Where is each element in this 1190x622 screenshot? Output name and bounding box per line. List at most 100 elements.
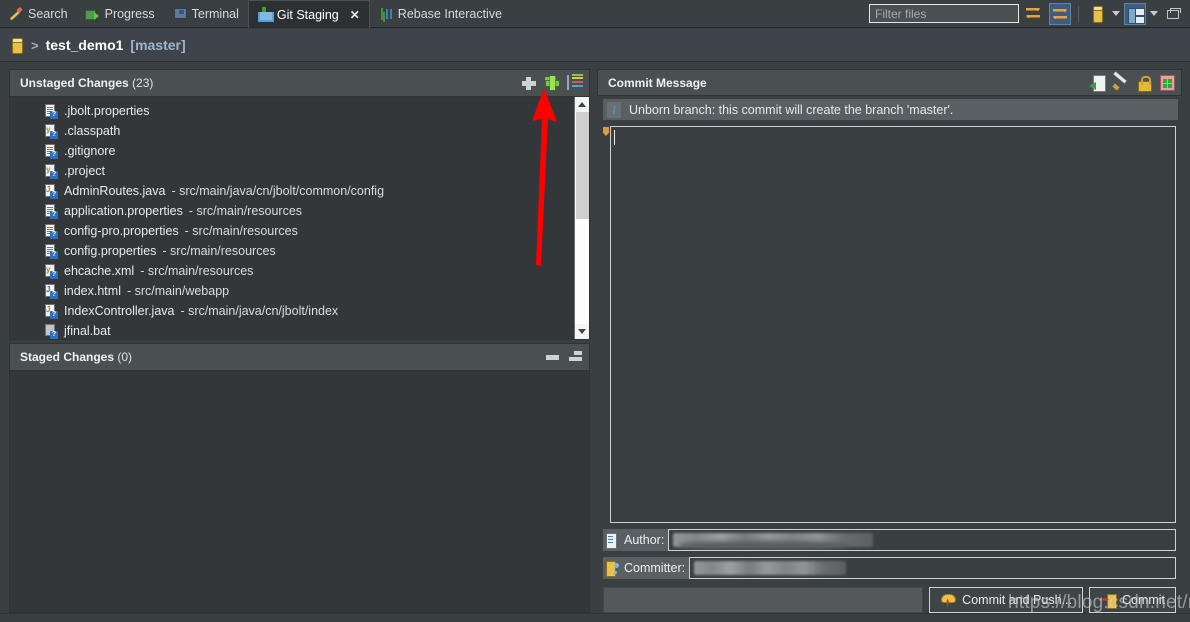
properties-file-icon: ? — [44, 203, 58, 219]
commit-and-push-button[interactable]: Commit and Push... — [929, 587, 1083, 613]
list-item[interactable]: y? ehcache.xml - src/main/resources — [10, 261, 574, 281]
scrollbar-thumb[interactable] — [576, 112, 589, 219]
commit-and-push-label: Commit and Push... — [962, 593, 1072, 607]
committer-field[interactable] — [689, 557, 1176, 579]
add-selected-button[interactable] — [519, 73, 539, 93]
file-path: - src/main/resources — [184, 224, 298, 238]
xml-file-icon: y? — [45, 123, 58, 139]
commit-actions-row: Commit and Push... Commit — [603, 587, 1176, 613]
list-item[interactable]: J? AdminRoutes.java - src/main/java/cn/j… — [10, 181, 574, 201]
commit-status-field[interactable] — [603, 587, 924, 613]
tab-rebase-interactive[interactable]: Rebase Interactive — [370, 0, 511, 28]
staged-file-list[interactable] — [10, 371, 589, 612]
commit-button[interactable]: Commit — [1088, 587, 1176, 613]
tab-label: Search — [28, 7, 68, 21]
committer-label: Committer: — [624, 561, 686, 575]
tab-label: Git Staging — [276, 7, 339, 22]
sort-presentation-button[interactable] — [565, 73, 585, 93]
tab-label: Progress — [104, 7, 155, 21]
list-item[interactable]: ? config-pro.properties - src/main/resou… — [10, 221, 574, 241]
sign-commit-button[interactable] — [1134, 73, 1154, 93]
java-file-icon: J? — [45, 303, 58, 319]
link-selection-icon[interactable] — [1049, 2, 1071, 25]
minimize-icon[interactable] — [1162, 3, 1184, 25]
commit-label: Commit — [1121, 593, 1165, 607]
file-name: .jbolt.properties — [64, 104, 150, 118]
file-name: jfinal.bat — [64, 324, 111, 338]
author-label-group: Author: — [603, 529, 669, 551]
list-item[interactable]: y? .project — [10, 161, 574, 181]
breadcrumb-repository[interactable]: test_demo1 — [46, 37, 124, 53]
file-name: .project — [64, 164, 105, 178]
file-name: index.html — [64, 284, 121, 298]
add-all-button[interactable] — [542, 73, 562, 93]
rebase-interactive-icon — [378, 7, 393, 22]
list-item[interactable]: ? .jbolt.properties — [10, 101, 574, 121]
list-item[interactable]: ? config.properties - src/main/resources — [10, 241, 574, 261]
unstaged-scrollbar[interactable] — [574, 97, 589, 339]
change-id-button[interactable] — [1157, 73, 1177, 93]
file-name: config.properties — [64, 244, 157, 258]
properties-file-icon: ? — [44, 243, 58, 259]
unstaged-file-list[interactable]: ? .jbolt.properties y? .classpath ? .git… — [10, 97, 574, 339]
author-field[interactable] — [668, 529, 1176, 551]
list-item[interactable]: J? index.html - src/main/webapp — [10, 281, 574, 301]
list-item[interactable]: ? jfinal.bat — [10, 321, 574, 339]
list-item[interactable]: J? IndexController.java - src/main/java/… — [10, 301, 574, 321]
view-menu-caret[interactable] — [1150, 11, 1158, 16]
file-path: - src/main/resources — [140, 264, 254, 278]
commit-message-input[interactable] — [610, 126, 1176, 523]
signed-off-button[interactable] — [1111, 73, 1131, 93]
file-name: .gitignore — [64, 144, 116, 158]
file-path: - src/main/webapp — [126, 284, 230, 298]
scroll-down-arrow-icon[interactable] — [575, 324, 589, 339]
committer-icon — [606, 560, 620, 577]
file-name: ehcache.xml — [64, 264, 135, 278]
list-item[interactable]: ? application.properties - src/main/reso… — [10, 201, 574, 221]
close-icon[interactable]: ✕ — [350, 9, 360, 21]
redaction-smudge — [679, 541, 850, 550]
file-name: application.properties — [64, 204, 183, 218]
tab-label: Rebase Interactive — [397, 7, 503, 21]
tab-progress[interactable]: Progress — [77, 0, 164, 28]
tab-search[interactable]: Search — [0, 0, 77, 28]
scrollbar-track[interactable] — [575, 112, 589, 324]
view-tab-bar: Search Progress Terminal Git Staging ✕ R… — [0, 0, 1190, 28]
commit-message-gutter-marker-icon — [603, 126, 610, 523]
repository-dropdown-caret[interactable] — [1112, 11, 1120, 16]
file-path: - src/main/java/cn/jbolt/common/config — [171, 184, 385, 198]
refresh-sync-icon[interactable] — [1023, 3, 1045, 25]
search-input[interactable] — [869, 4, 1019, 23]
list-item[interactable]: y? .classpath — [10, 121, 574, 141]
amend-commit-button[interactable] — [1088, 73, 1108, 93]
remove-selected-button[interactable] — [542, 347, 562, 367]
window-bottom-strip — [0, 613, 1190, 622]
tab-terminal[interactable]: Terminal — [164, 0, 248, 28]
unstaged-count: (23) — [132, 76, 154, 90]
breadcrumb: > test_demo1 [master] — [0, 29, 1190, 62]
tab-git-staging[interactable]: Git Staging ✕ — [247, 0, 370, 28]
repository-icon[interactable] — [1086, 3, 1108, 25]
file-name: .classpath — [64, 124, 121, 138]
java-file-icon: J? — [45, 183, 58, 199]
remove-all-button[interactable] — [565, 347, 585, 367]
scroll-up-arrow-icon[interactable] — [575, 97, 589, 112]
list-item[interactable]: ? .gitignore — [10, 141, 574, 161]
staged-title: Staged Changes (0) — [20, 350, 133, 364]
commit-message-header: Commit Message — [597, 69, 1182, 96]
push-icon — [940, 593, 957, 608]
properties-file-icon: ? — [44, 143, 58, 159]
staged-changes-panel: Staged Changes (0) — [9, 343, 590, 613]
xml-file-icon: y? — [45, 263, 58, 279]
staged-header: Staged Changes (0) — [10, 344, 589, 371]
committer-row: Committer: — [603, 557, 1176, 579]
redacted-committer-value — [694, 561, 847, 575]
layout-toggle-icon[interactable] — [1124, 2, 1146, 25]
breadcrumb-branch[interactable]: [master] — [130, 37, 185, 53]
git-staging-icon — [257, 7, 274, 22]
commit-message-tools — [1088, 73, 1177, 93]
author-icon — [606, 532, 620, 549]
left-rail — [0, 62, 9, 613]
commit-message-panel: Commit Message Unborn branch: this commi… — [597, 69, 1182, 613]
terminal-icon — [172, 7, 187, 22]
